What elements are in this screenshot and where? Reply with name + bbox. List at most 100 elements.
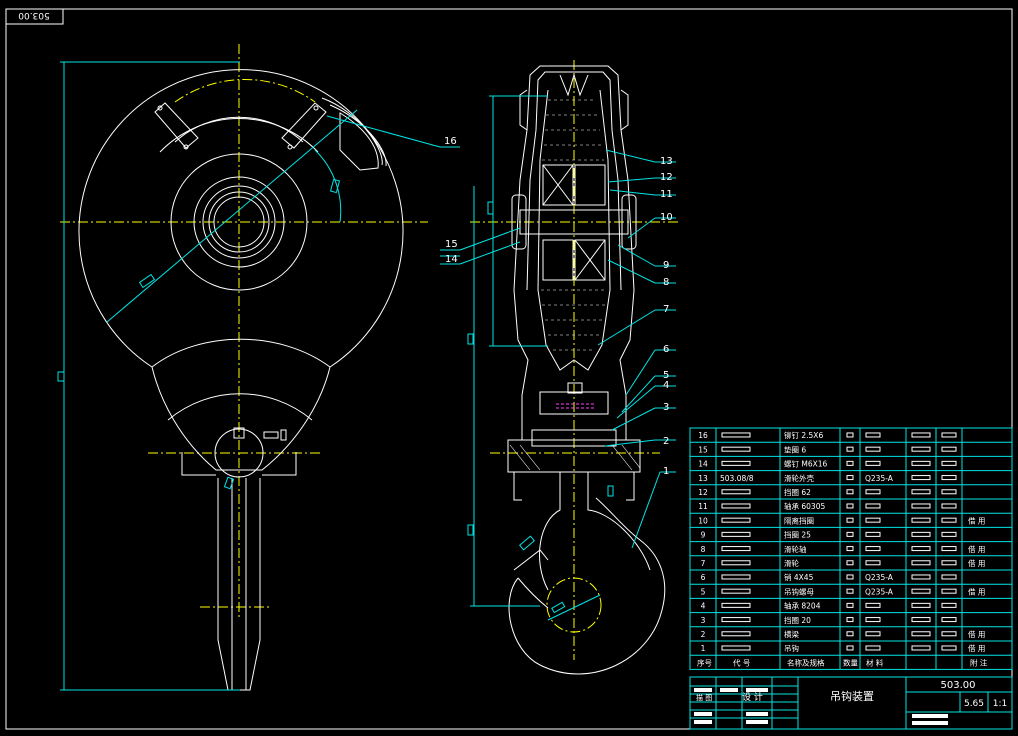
bom-header: 代 号 [733,657,750,667]
callout-16: 16 [444,136,457,147]
callout-11: 11 [660,189,673,200]
bom-material-placeholder [865,446,881,452]
bom-qty-placeholder [846,546,854,552]
bom-row-no: 8 [701,545,706,554]
callout-7: 7 [663,304,669,315]
bom-row-name: 轴承 8204 [784,601,821,611]
bom-material-placeholder [865,460,881,466]
leader-16 [326,115,460,148]
bom-row-code: 503.08/8 [720,474,754,483]
bom-row-note: 借 用 [968,629,985,639]
bom-qty-placeholder [846,446,854,452]
bom-row-no: 13 [698,474,708,483]
bom-extra-1 [911,645,931,651]
bom-extra-2 [941,531,957,537]
bom-code-placeholder [721,517,751,523]
bom-extra-2 [941,617,957,623]
bom-code-placeholder [721,645,751,651]
bom-row-no: 5 [701,587,706,596]
bom-row-note: 借 用 [968,515,985,525]
bom-row-no: 6 [701,573,706,582]
bom-row-material: Q235-A [865,474,894,483]
bom-row-no: 9 [701,531,706,540]
bom-code-placeholder [721,588,751,594]
side-view-dimensions [57,61,358,691]
bom-extra-1 [911,489,931,495]
callout-labels: 16 13 12 11 10 15 14 9 8 7 6 5 4 3 2 1 [444,136,673,477]
bom-qty-placeholder [846,602,854,608]
bom-qty-placeholder [846,645,854,651]
bom-material-placeholder [865,631,881,637]
bom-qty-placeholder [846,517,854,523]
bom-extra-1 [911,475,931,481]
bom-qty-placeholder [846,460,854,466]
callout-14: 14 [445,254,458,265]
drawing-weight: 5.65 [964,699,984,709]
bom-row-name: 销 4X45 [784,572,814,582]
bom-extra-1 [911,588,931,594]
bom-row-no: 3 [701,616,706,625]
bom-row-name: 吊钩螺母 [784,586,814,596]
bom-border [689,427,1013,670]
section-view [470,60,680,675]
bom-extra-2 [941,645,957,651]
bom-row-note: 借 用 [968,586,985,596]
bom-extra-1 [911,517,931,523]
bom-extra-1 [911,432,931,438]
bom-extra-2 [941,588,957,594]
callout-6: 6 [663,344,669,355]
bom-row-name: 挡圈 62 [784,487,811,497]
bom-qty-placeholder [846,617,854,623]
bom-material-placeholder [865,602,881,608]
bom-code-placeholder [721,460,751,466]
bom-extra-2 [941,432,957,438]
bom-material-placeholder [865,503,881,509]
corner-tag: 503.00 [5,8,64,25]
bom-extra-1 [911,631,931,637]
bom-row-no: 14 [698,460,708,469]
bom-extra-2 [941,460,957,466]
bom-qty-placeholder [846,574,854,580]
bom-material-placeholder [865,517,881,523]
bom-extra-2 [941,475,957,481]
bom-row-no: 12 [698,488,708,497]
drawing-title: 吊钩装置 [830,689,874,703]
bom-extra-2 [941,446,957,452]
bom-code-placeholder [721,446,751,452]
bom-row-material: Q235-A [865,587,894,596]
bom-table: 16 铆钉 2.5X615 垫圈 614 螺钉 M6X1613 503.08/8 滑轮外壳… [689,427,1013,670]
bom-material-placeholder [865,617,881,623]
cad-drawing-sheet: 503.00 16 13 12 11 10 15 14 9 8 7 6 5 4 … [0,0,1018,732]
bom-extra-2 [941,503,957,509]
bom-row-name: 挡圈 20 [784,615,811,625]
bom-material-placeholder [865,489,881,495]
bom-row-note: 借 用 [968,643,985,653]
bom-row-name: 挡圈 25 [784,530,811,540]
bom-extra-1 [911,446,931,452]
bom-extra-2 [941,574,957,580]
corner-tag-text: 503.00 [18,10,50,20]
bom-row-name: 吊钩 [784,643,799,653]
bom-row-note: 借 用 [968,544,985,554]
bom-row-name: 轴承 60305 [784,501,825,511]
bom-extra-2 [941,631,957,637]
bom-extra-1 [911,503,931,509]
bom-row-name: 滑轮外壳 [784,473,814,483]
bom-qty-placeholder [846,503,854,509]
bom-extra-1 [911,460,931,466]
bom-qty-placeholder [846,588,854,594]
bom-extra-1 [911,602,931,608]
bom-row-no: 1 [701,644,706,653]
bom-code-placeholder [721,546,751,552]
bom-extra-1 [911,531,931,537]
bom-row-name: 垫圈 6 [784,444,806,454]
bom-extra-2 [941,602,957,608]
bom-qty-placeholder [846,475,854,481]
callout-2: 2 [663,436,669,447]
bom-qty-placeholder [846,489,854,495]
callout-15: 15 [445,239,458,250]
bom-row-no: 15 [698,445,708,454]
bom-code-placeholder [721,602,751,608]
bom-row-no: 4 [701,602,706,611]
callout-10: 10 [660,212,673,223]
